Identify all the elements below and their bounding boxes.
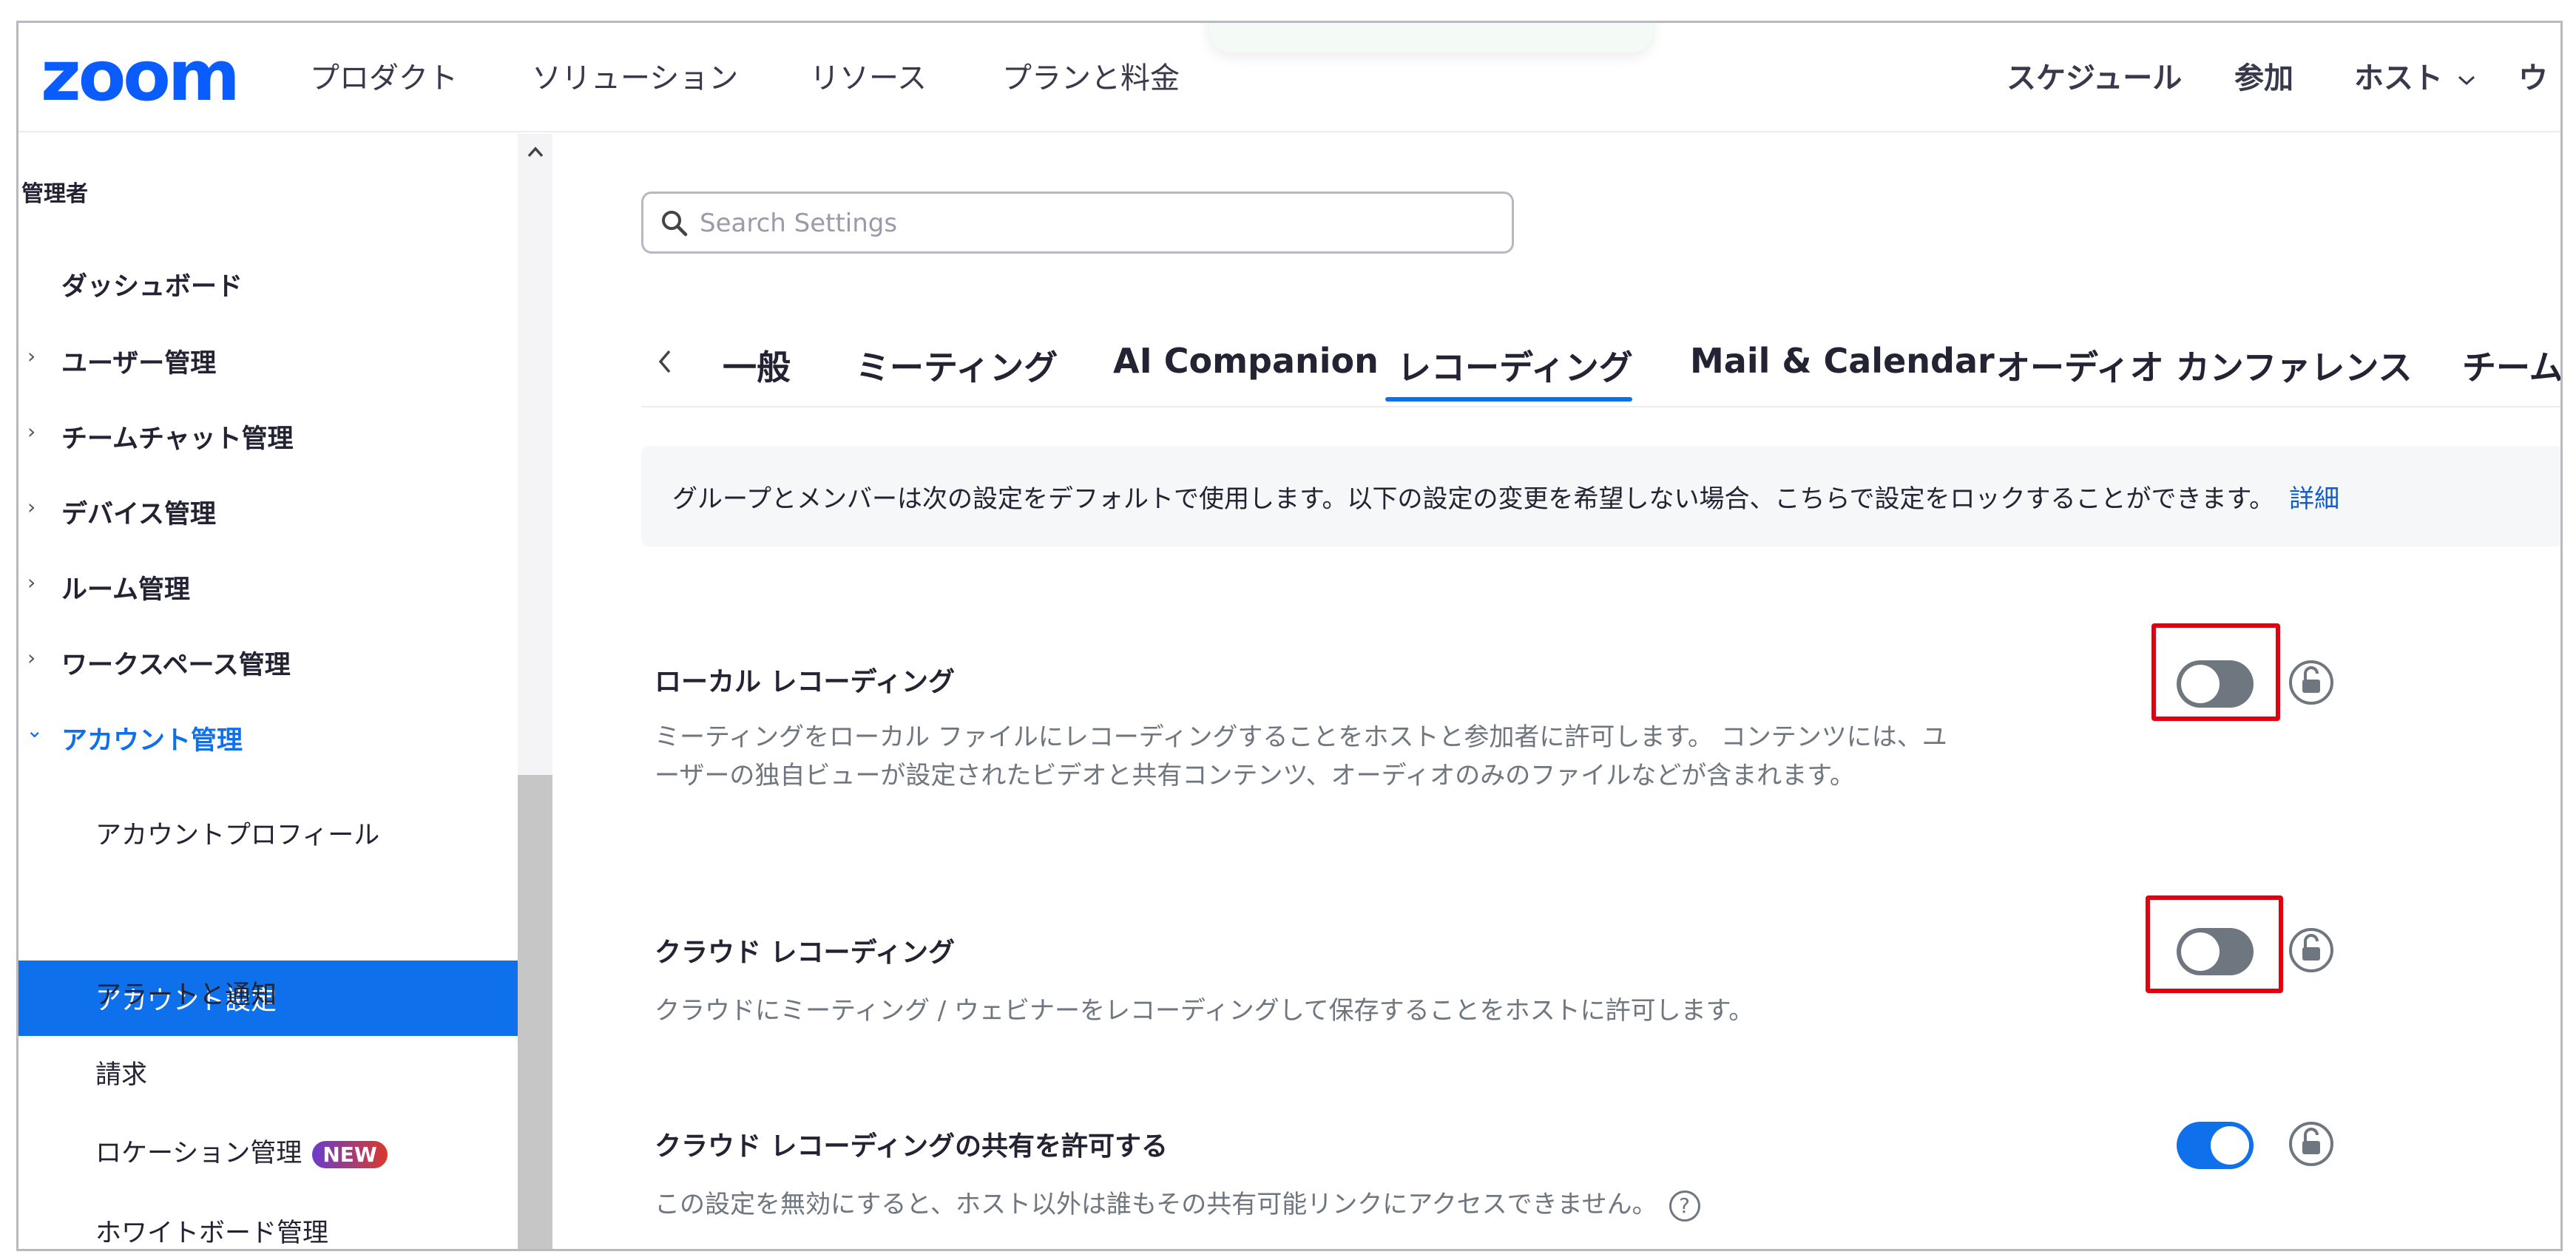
sidebar-subitem-alerts[interactable]: アラートと通知 bbox=[95, 974, 277, 1012]
tab-audio-conference[interactable]: オーディオ カンファレンス bbox=[1996, 341, 2413, 390]
sidebar-subitem-location-management[interactable]: ロケーション管理 NEW bbox=[95, 1132, 388, 1170]
tab-ai-companion[interactable]: AI Companion bbox=[1113, 341, 1379, 381]
nav-host[interactable]: ホスト bbox=[2354, 54, 2477, 97]
chevron-right-icon: › bbox=[27, 344, 36, 368]
nav-join[interactable]: 参加 bbox=[2234, 54, 2293, 97]
info-banner-text: グループとメンバーは次の設定をデフォルトで使用します。以下の設定の変更を希望しな… bbox=[672, 478, 2339, 515]
setting-cloud-recording-title: クラウド レコーディング bbox=[655, 938, 956, 968]
nav-schedule[interactable]: スケジュール bbox=[2007, 54, 2182, 97]
unlock-icon[interactable] bbox=[2288, 1120, 2335, 1168]
settings-tabs: 一般 ミーティング AI Companion レコーディング Mail & Ca… bbox=[641, 326, 2560, 407]
new-badge: NEW bbox=[312, 1140, 388, 1168]
tab-meeting[interactable]: ミーティング bbox=[856, 341, 1058, 390]
setting-cloud-recording-description: クラウドにミーティング / ウェビナーをレコーディングして保存することをホストに… bbox=[655, 996, 1754, 1026]
svg-text:zoom: zoom bbox=[41, 42, 237, 109]
nav-products[interactable]: プロダクト bbox=[310, 54, 458, 97]
chevron-down-icon bbox=[2458, 75, 2475, 86]
sidebar-subitem-whiteboard[interactable]: ホワイトボード管理 bbox=[95, 1212, 328, 1249]
sidebar-item-workspace-management[interactable]: ワークスペース管理 bbox=[61, 644, 291, 682]
sidebar-item-team-chat[interactable]: チームチャット管理 bbox=[61, 418, 294, 455]
search-settings-box[interactable] bbox=[641, 192, 1514, 254]
sidebar-item-account-management[interactable]: アカウント管理 bbox=[61, 719, 243, 757]
sidebar-item-room-management[interactable]: ルーム管理 bbox=[61, 569, 190, 606]
details-link[interactable]: 詳細 bbox=[2289, 484, 2339, 514]
zoom-logo[interactable]: zoom bbox=[41, 42, 255, 109]
top-navigation: zoom プロダクト ソリューション リソース プランと料金 スケジュール 参加… bbox=[18, 23, 2560, 132]
sidebar-scrollbar-thumb[interactable] bbox=[518, 775, 552, 1249]
unlock-icon[interactable] bbox=[2288, 927, 2335, 974]
sidebar-heading-admin: 管理者 bbox=[21, 181, 88, 207]
nav-solutions[interactable]: ソリューション bbox=[532, 54, 738, 97]
sidebar-subitem-label: ロケーション管理 bbox=[95, 1139, 302, 1168]
nav-more-cut[interactable]: ウ bbox=[2518, 54, 2548, 97]
info-banner-message: グループとメンバーは次の設定をデフォルトで使用します。以下の設定の変更を希望しな… bbox=[672, 484, 2275, 514]
nav-resources[interactable]: リソース bbox=[810, 54, 927, 97]
chevron-right-icon: › bbox=[27, 419, 36, 444]
highlight-box bbox=[2146, 895, 2283, 993]
nav-pricing[interactable]: プランと料金 bbox=[1002, 54, 1180, 97]
setting-local-recording-description: ミーティングをローカル ファイルにレコーディングすることをホストと参加者に許可し… bbox=[655, 722, 1947, 790]
chevron-right-icon: › bbox=[27, 570, 36, 595]
highlight-box bbox=[2151, 623, 2280, 721]
cloud-sharing-toggle[interactable] bbox=[2177, 1122, 2254, 1169]
setting-local-recording-title: ローカル レコーディング bbox=[655, 667, 956, 697]
tab-mail-calendar[interactable]: Mail & Calendar bbox=[1690, 341, 1995, 381]
sidebar-item-device-management[interactable]: デバイス管理 bbox=[61, 493, 216, 531]
info-banner: グループとメンバーは次の設定をデフォルトで使用します。以下の設定の変更を希望しな… bbox=[641, 446, 2560, 546]
unlock-icon[interactable] bbox=[2288, 659, 2335, 706]
setting-cloud-sharing-description-row: この設定を無効にすると、ホスト以外は誰もその共有可能リンクにアクセスできません。… bbox=[655, 1185, 1949, 1224]
sidebar-item-user-management[interactable]: ユーザー管理 bbox=[61, 342, 216, 380]
sidebar-item-dashboard[interactable]: ダッシュボード bbox=[61, 265, 243, 303]
sidebar-subitem-billing[interactable]: 請求 bbox=[95, 1054, 147, 1091]
setting-cloud-sharing-title: クラウド レコーディングの共有を許可する bbox=[655, 1131, 1169, 1162]
chevron-left-icon[interactable] bbox=[655, 345, 677, 378]
question-icon[interactable]: ? bbox=[1669, 1190, 1700, 1222]
chevron-right-icon: › bbox=[27, 495, 36, 519]
tab-team-chat[interactable]: チームチ bbox=[2462, 341, 2560, 390]
sidebar-subitem-account-profile[interactable]: アカウントプロフィール bbox=[95, 814, 379, 852]
chevron-down-icon: ⌄ bbox=[26, 718, 44, 742]
search-icon bbox=[662, 211, 688, 237]
browser-frame: zoom プロダクト ソリューション リソース プランと料金 スケジュール 参加… bbox=[16, 21, 2563, 1251]
search-input[interactable] bbox=[700, 201, 1498, 245]
active-tab-indicator bbox=[1385, 397, 1632, 402]
setting-cloud-sharing-description: この設定を無効にすると、ホスト以外は誰もその共有可能リンクにアクセスできません。 bbox=[655, 1190, 1657, 1219]
nav-host-label: ホスト bbox=[2354, 61, 2443, 95]
tab-recording[interactable]: レコーディング bbox=[1397, 341, 1633, 390]
toggle-knob bbox=[2211, 1126, 2249, 1165]
chevron-right-icon: › bbox=[27, 646, 36, 670]
toast-notification bbox=[1209, 23, 1653, 52]
tab-general[interactable]: 一般 bbox=[723, 341, 791, 390]
scroll-up-arrow-icon[interactable] bbox=[523, 140, 548, 165]
sidebar: 管理者 ダッシュボード › ユーザー管理 › チームチャット管理 › デバイス管… bbox=[18, 134, 552, 1249]
